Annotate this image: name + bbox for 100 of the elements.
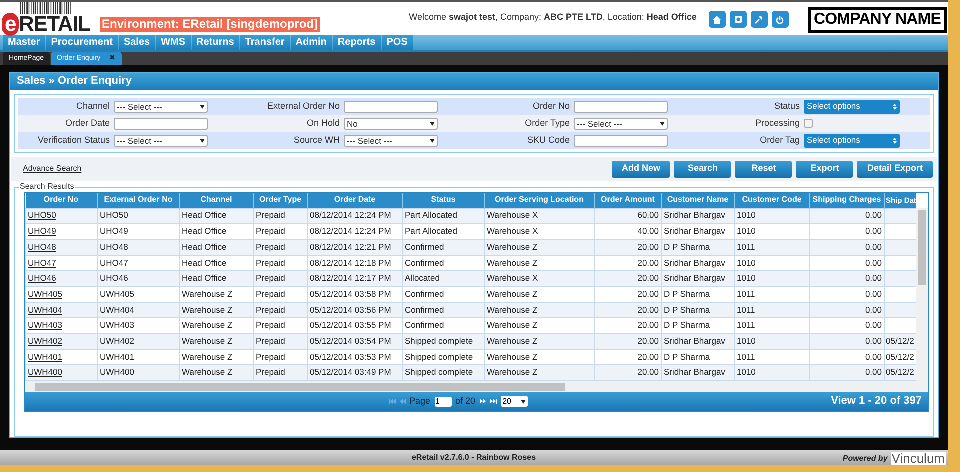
column-header[interactable]: Channel [180,193,254,208]
table-cell: Confirmed [405,242,444,252]
first-page-icon[interactable] [388,399,396,404]
logout-button[interactable] [772,11,789,28]
table-cell: Prepaid [256,258,286,268]
last-page-icon[interactable] [490,399,497,404]
dropdown-arrow-icon [520,400,526,404]
table-cell: Warehouse Z [487,320,538,330]
text-field[interactable] [114,118,208,130]
tools-button[interactable] [750,11,768,28]
table-cell: 1010 [737,367,756,378]
menu-item[interactable]: WMS [156,35,191,50]
dropdown[interactable]: No [344,118,438,130]
table-cell: Warehouse Z [182,352,233,362]
table-cell: 20.00 [638,367,659,378]
column-header[interactable]: Order No [26,193,98,208]
environment-label: Environment: ERetail [singdemoprod] [100,17,320,32]
action-button[interactable]: Search [674,160,732,178]
column-header[interactable]: Shipping Charges [810,193,884,208]
text-field[interactable] [574,100,668,112]
menu-item[interactable]: Reports [332,35,381,50]
table-cell: Warehouse Z [487,304,538,315]
table-cell: D P Sharma [664,242,710,252]
advance-search-link[interactable]: Advance Search [23,163,82,175]
menu-item[interactable]: POS [382,35,413,50]
company-logo: COMPANY NAME [808,8,946,32]
next-page-icon[interactable] [480,399,486,404]
table-cell: 20.00 [638,336,659,346]
page-field[interactable]: 1 [434,396,452,407]
settings-button[interactable] [730,11,747,28]
table-cell: 20.00 [638,320,659,330]
menu-item[interactable]: Returns [192,35,240,50]
vertical-scrollbar[interactable] [916,193,928,382]
dropdown-arrow-icon [430,122,435,126]
column-header[interactable]: Order Amount [594,193,662,208]
checkbox[interactable] [804,119,813,128]
action-button[interactable]: Reset [735,160,792,178]
column-header[interactable]: Customer Name [662,193,734,208]
table-cell: 40.00 [638,226,659,236]
column-header[interactable]: Customer Code [734,193,810,208]
dropdown[interactable]: --- Select --- [114,134,208,146]
column-header[interactable]: External Order No [98,193,180,208]
text-field[interactable] [574,134,668,146]
table-cell: Confirmed [405,320,444,330]
table-cell: Head Office [182,226,227,236]
home-button[interactable] [708,11,726,28]
table-cell: 05/12/2014 03:58 PM [310,288,392,299]
menu-item[interactable]: Admin [290,35,332,50]
table-cell: Sridhar Bhargav [664,258,726,268]
field-label: External Order No [266,100,341,113]
menu-item[interactable]: Transfer [240,35,290,50]
text-field[interactable] [344,100,438,112]
table-cell: Prepaid [256,210,286,220]
previous-page-icon[interactable] [400,399,406,404]
column-header[interactable]: Order Type [254,193,308,208]
table-cell: 20.00 [638,288,659,299]
horizontal-scrollbar[interactable] [25,381,928,392]
column-header[interactable]: Order Date [308,193,402,208]
table-cell: UHO47 [100,258,128,268]
action-button[interactable]: Add New [612,160,670,178]
table-cell: Prepaid [256,336,286,346]
menu-item[interactable]: Sales [118,35,156,50]
table-cell: UWH405 [100,288,134,299]
table-cell: Warehouse Z [487,352,538,362]
table-cell: Prepaid [256,367,286,378]
table-cell: 0.00 [865,304,882,315]
menu-item[interactable]: Procurement [46,35,118,50]
table-cell: Allocated [405,273,440,284]
multi-select[interactable]: Select options [804,100,900,114]
section-legend: Search Results [19,182,76,192]
action-button[interactable]: Export [796,160,854,178]
page-size-select[interactable]: 20 [500,396,528,408]
dropdown[interactable]: --- Select --- [344,134,438,146]
welcome-text: Welcome swajot test, Company: ABC PTE LTD, Location: Head Office [409,11,697,24]
home-icon [713,16,722,24]
dropdown[interactable]: --- Select --- [114,100,208,112]
column-header[interactable]: Order Serving Location [484,193,594,208]
table-cell: Warehouse Z [182,304,233,315]
dropdown-arrow-icon [200,138,205,142]
table-cell: 05/12/2014 03:49 PM [310,367,392,378]
column-header[interactable]: Status [402,193,484,208]
action-button[interactable]: Detail Export [857,160,933,178]
table-cell: 08/12/2014 12:18 PM [310,258,392,268]
table-cell: 1010 [737,210,756,220]
table-cell: Shipped complete [405,336,474,346]
dropdown[interactable]: --- Select --- [574,118,668,130]
table-cell: Confirmed [405,288,444,299]
table-cell: Prepaid [256,273,286,284]
table-cell: Prepaid [256,320,286,330]
table-cell: Warehouse Z [487,336,538,346]
menu-item[interactable]: Master [3,35,46,50]
table-cell: 1011 [737,304,756,315]
table-cell: Shipped complete [405,367,474,378]
multi-select[interactable]: Select options [804,134,900,148]
field-label: On Hold [306,116,341,130]
field-label: Processing [754,116,801,130]
panel-title: Sales » Order Enquiry [10,73,938,90]
table-cell: Warehouse X [487,226,538,236]
table-cell: Prepaid [256,288,286,299]
field-label: Channel [75,100,111,113]
